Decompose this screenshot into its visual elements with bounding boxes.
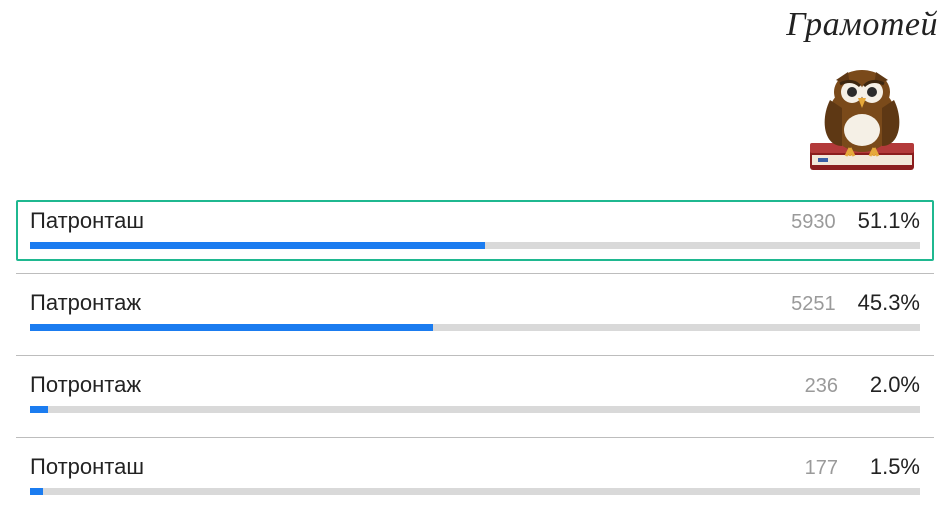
poll-option-percent: 45.3% xyxy=(858,290,920,316)
poll-option-count: 5251 xyxy=(791,293,836,316)
progress-track xyxy=(30,406,920,413)
page: Грамотей xyxy=(0,0,950,501)
poll-option[interactable]: Потронташ 177 1.5% xyxy=(16,446,934,507)
poll-results: Патронташ 5930 51.1% Патронтаж 5251 xyxy=(16,200,934,519)
owl-on-book-icon xyxy=(786,48,938,178)
progress-track xyxy=(30,324,920,331)
poll-option-percent: 51.1% xyxy=(858,208,920,234)
poll-option[interactable]: Патронтаж 5251 45.3% xyxy=(16,282,934,343)
poll-option-inner: Потронташ 177 1.5% xyxy=(16,446,934,507)
poll-option[interactable]: Потронтаж 236 2.0% xyxy=(16,364,934,425)
poll-option-row: Потронташ 177 1.5% xyxy=(30,454,920,480)
brand-title: Грамотей xyxy=(786,6,938,44)
poll-option-label: Патронташ xyxy=(30,208,144,234)
progress-fill xyxy=(30,406,48,413)
divider xyxy=(16,437,934,438)
poll-option-row: Потронтаж 236 2.0% xyxy=(30,372,920,398)
poll-option-row: Патронтаж 5251 45.3% xyxy=(30,290,920,316)
poll-option-row: Патронташ 5930 51.1% xyxy=(30,208,920,234)
divider xyxy=(16,355,934,356)
poll-option-inner: Патронташ 5930 51.1% xyxy=(16,200,934,261)
poll-option-numbers: 177 1.5% xyxy=(805,454,920,480)
divider xyxy=(16,273,934,274)
progress-fill xyxy=(30,324,433,331)
poll-option-count: 236 xyxy=(805,375,838,398)
poll-option-count: 5930 xyxy=(791,211,836,234)
progress-fill xyxy=(30,242,485,249)
progress-fill xyxy=(30,488,43,495)
brand: Грамотей xyxy=(786,6,938,178)
poll-option-label: Потронташ xyxy=(30,454,144,480)
poll-option-inner: Потронтаж 236 2.0% xyxy=(16,364,934,425)
poll-option-numbers: 236 2.0% xyxy=(805,372,920,398)
poll-option-count: 177 xyxy=(805,457,838,480)
poll-option-numbers: 5930 51.1% xyxy=(791,208,920,234)
poll-option-label: Патронтаж xyxy=(30,290,141,316)
poll-option-percent: 2.0% xyxy=(860,372,920,398)
poll-option-inner: Патронтаж 5251 45.3% xyxy=(16,282,934,343)
progress-track xyxy=(30,242,920,249)
poll-option-label: Потронтаж xyxy=(30,372,141,398)
progress-track xyxy=(30,488,920,495)
poll-option-numbers: 5251 45.3% xyxy=(791,290,920,316)
poll-option[interactable]: Патронташ 5930 51.1% xyxy=(16,200,934,261)
poll-option-percent: 1.5% xyxy=(860,454,920,480)
